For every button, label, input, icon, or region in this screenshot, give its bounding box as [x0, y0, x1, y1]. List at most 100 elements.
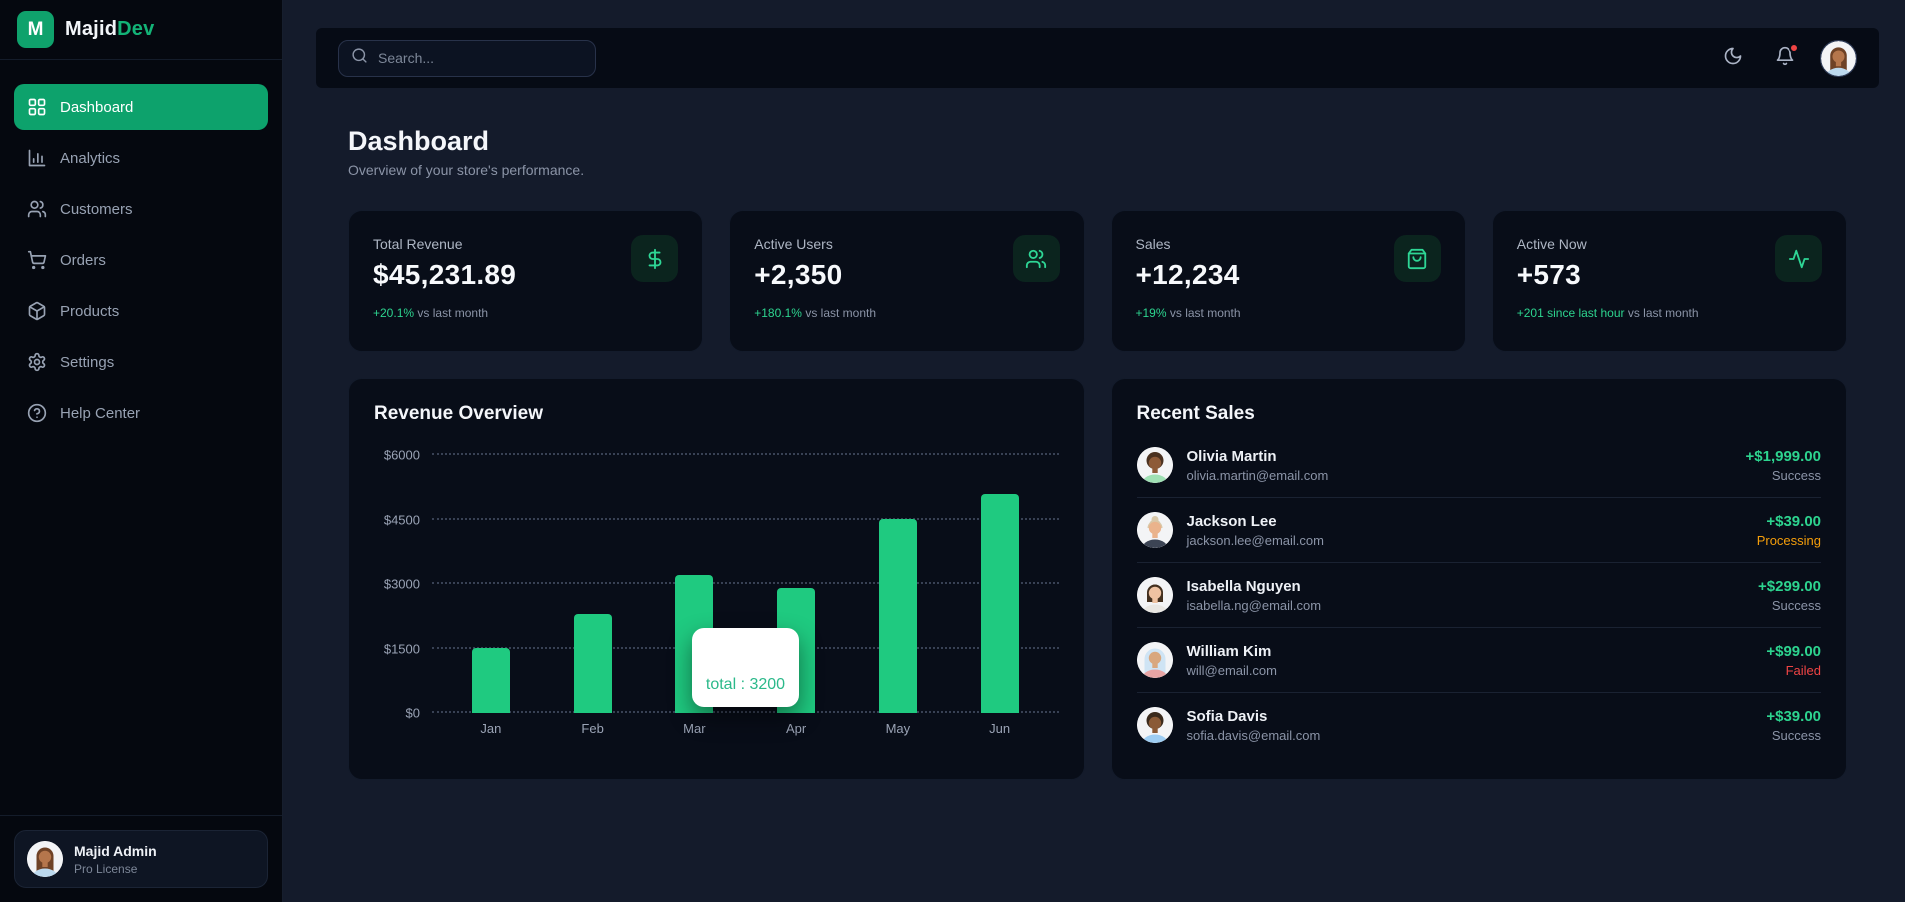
y-axis-tick: $0 — [406, 706, 420, 721]
gear-icon — [27, 352, 47, 372]
customer-avatar — [1137, 642, 1173, 678]
sidebar-item-customers[interactable]: Customers — [14, 186, 268, 232]
topbar — [316, 28, 1879, 88]
dashboard-content: Dashboard Overview of your store's perfo… — [316, 88, 1879, 902]
package-icon — [27, 301, 47, 321]
sale-amount: +$299.00 — [1758, 578, 1821, 595]
sidebar-item-help-center[interactable]: Help Center — [14, 390, 268, 436]
help-circle-icon — [27, 403, 47, 423]
y-axis-tick: $3000 — [384, 577, 420, 592]
customer-email: jackson.lee@email.com — [1187, 533, 1324, 548]
panels-row: Revenue Overview $0$1500$3000$4500$6000 … — [348, 378, 1847, 780]
sidebar-nav: Dashboard Analytics Customers Orders Product… — [0, 60, 282, 815]
moon-icon — [1723, 46, 1743, 71]
stat-change: +201 since last hour vs last month — [1517, 306, 1822, 320]
customer-avatar — [1137, 447, 1173, 483]
sale-status: Processing — [1757, 533, 1821, 548]
chart-y-axis: $0$1500$3000$4500$6000 — [374, 455, 432, 713]
revenue-overview-panel: Revenue Overview $0$1500$3000$4500$6000 … — [348, 378, 1085, 780]
revenue-bar-feb[interactable] — [574, 614, 612, 713]
sidebar-item-dashboard[interactable]: Dashboard — [14, 84, 268, 130]
sale-status: Success — [1746, 468, 1822, 483]
sidebar-item-orders[interactable]: Orders — [14, 237, 268, 283]
stat-change-delta: +19% — [1136, 306, 1167, 320]
sale-result: +$1,999.00Success — [1746, 448, 1822, 483]
sidebar-item-label: Help Center — [60, 405, 140, 422]
revenue-overview-title: Revenue Overview — [374, 403, 1059, 425]
chart-tooltip: total : 3200 — [692, 628, 799, 707]
sidebar-item-analytics[interactable]: Analytics — [14, 135, 268, 181]
page-subtitle: Overview of your store's performance. — [348, 162, 1847, 178]
customer-info: Sofia Davis sofia.davis@email.com — [1187, 708, 1321, 743]
stat-change: +180.1% vs last month — [754, 306, 1059, 320]
customer-avatar — [1137, 577, 1173, 613]
revenue-chart: $0$1500$3000$4500$6000 total : 3200 JanF… — [374, 455, 1059, 713]
customer-name: Jackson Lee — [1187, 513, 1324, 530]
y-axis-tick: $4500 — [384, 512, 420, 527]
users-icon — [1013, 235, 1060, 282]
sidebar-item-settings[interactable]: Settings — [14, 339, 268, 385]
recent-sales-title: Recent Sales — [1137, 403, 1822, 425]
sidebar-profile-card[interactable]: Majid Admin Pro License — [14, 830, 268, 888]
customer-info: Jackson Lee jackson.lee@email.com — [1187, 513, 1324, 548]
stat-cards-row: Total Revenue$45,231.89+20.1% vs last mo… — [348, 210, 1847, 352]
customer-info: William Kimwill@email.com — [1187, 643, 1278, 678]
sale-amount: +$39.00 — [1766, 708, 1821, 725]
sale-status: Success — [1758, 598, 1821, 613]
shopping-bag-icon — [1394, 235, 1441, 282]
stat-change-delta: +20.1% — [373, 306, 414, 320]
brand-name-accent: Dev — [117, 18, 154, 40]
sale-amount: +$99.00 — [1766, 643, 1821, 660]
revenue-bar-may[interactable] — [879, 519, 917, 713]
recent-sales-list: Olivia Martinolivia.martin@email.com+$1,… — [1137, 433, 1822, 757]
stat-card-sales: Sales+12,234+19% vs last month — [1111, 210, 1466, 352]
stat-change-delta: +201 since last hour — [1517, 306, 1625, 320]
theme-toggle-button[interactable] — [1716, 41, 1750, 75]
sidebar-item-label: Orders — [60, 252, 106, 269]
sidebar: M MajidDev Dashboard Analytics Customers Or… — [0, 0, 283, 902]
x-axis-label: May — [879, 721, 917, 736]
sale-row-jackson-lee: Jackson Lee jackson.lee@email.com +$39.00 P… — [1137, 498, 1822, 563]
search-icon — [351, 47, 368, 69]
brand-name: MajidDev — [65, 18, 154, 41]
customer-name: Isabella Nguyen — [1187, 578, 1322, 595]
bar-chart-icon — [27, 148, 47, 168]
stat-card-active-now: Active Now+573+201 since last hour vs la… — [1492, 210, 1847, 352]
y-axis-tick: $1500 — [384, 641, 420, 656]
x-axis-label: Jun — [981, 721, 1019, 736]
customer-name: Sofia Davis — [1187, 708, 1321, 725]
customer-avatar — [1137, 512, 1173, 548]
sidebar-item-label: Customers — [60, 201, 133, 218]
user-avatar[interactable] — [1820, 40, 1857, 77]
stat-change: +19% vs last month — [1136, 306, 1441, 320]
customer-avatar — [1137, 707, 1173, 743]
customer-email: olivia.martin@email.com — [1187, 468, 1329, 483]
sale-amount: +$39.00 — [1757, 513, 1821, 530]
search-input[interactable] — [378, 50, 583, 66]
sidebar-item-products[interactable]: Products — [14, 288, 268, 334]
search-box[interactable] — [338, 40, 596, 77]
users-icon — [27, 199, 47, 219]
customer-info: Isabella Nguyenisabella.ng@email.com — [1187, 578, 1322, 613]
chart-plot: total : 3200 — [432, 455, 1059, 713]
stat-change-note: vs last month — [1170, 306, 1241, 320]
brand-logo-icon: M — [17, 11, 54, 48]
profile-name: Majid Admin — [74, 843, 157, 859]
sale-status: Success — [1766, 728, 1821, 743]
x-axis-label: Mar — [675, 721, 713, 736]
sale-status: Failed — [1766, 663, 1821, 678]
notifications-button[interactable] — [1768, 41, 1802, 75]
revenue-bar-jun[interactable] — [981, 494, 1019, 713]
recent-sales-panel: Recent Sales Olivia Martinolivia.martin@… — [1111, 378, 1848, 780]
cart-icon — [27, 250, 47, 270]
revenue-bar-jan[interactable] — [472, 648, 510, 713]
brand-logo: M MajidDev — [0, 0, 282, 59]
main-area: Dashboard Overview of your store's perfo… — [283, 0, 1905, 902]
customer-email: sofia.davis@email.com — [1187, 728, 1321, 743]
brand-name-primary: Majid — [65, 18, 117, 40]
chart-tooltip-text: total : 3200 — [706, 676, 785, 694]
sale-row-sofia-davis: Sofia Davis sofia.davis@email.com +$39.00 S… — [1137, 693, 1822, 757]
activity-icon — [1775, 235, 1822, 282]
profile-avatar — [27, 841, 63, 877]
sidebar-item-label: Dashboard — [60, 99, 133, 116]
